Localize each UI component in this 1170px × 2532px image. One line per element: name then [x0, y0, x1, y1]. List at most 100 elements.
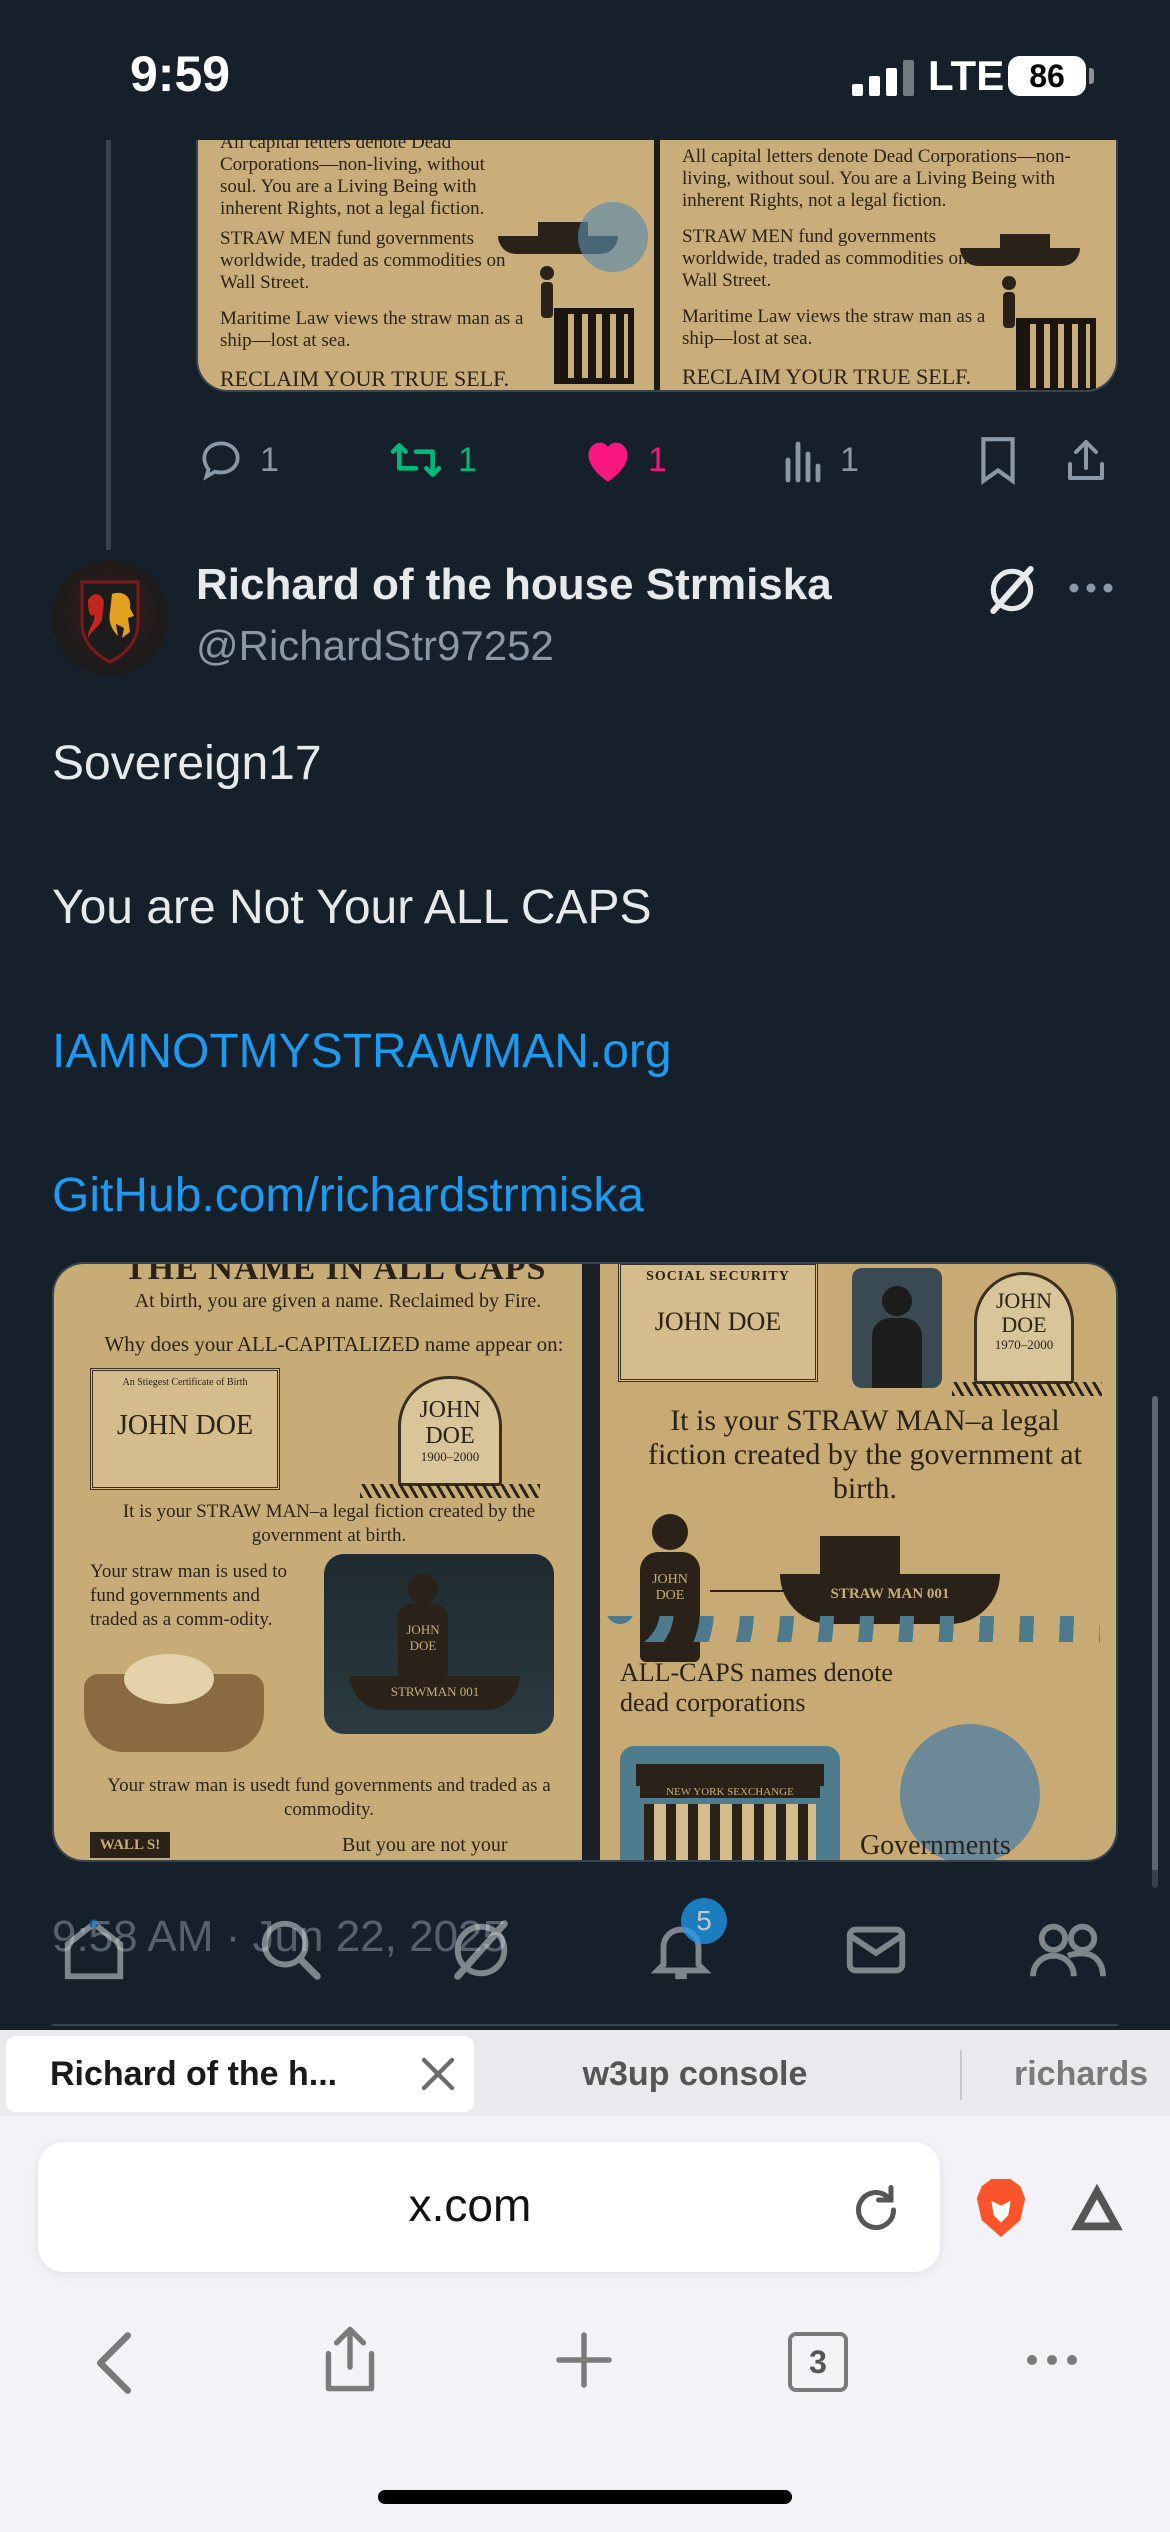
close-tab-icon[interactable]	[418, 2054, 458, 2094]
heart-icon	[588, 442, 628, 482]
silhouette-head	[881, 1286, 912, 1316]
night-scene: JOHN DOE STRWMAN 001	[324, 1554, 554, 1734]
wall-street-sign: WALL S!	[90, 1832, 170, 1858]
new-tab-icon[interactable]	[554, 2330, 614, 2390]
bookmark-icon	[981, 437, 1015, 485]
silhouette-panel	[851, 1268, 942, 1388]
repost-button[interactable]: 1	[388, 430, 477, 490]
divider	[52, 2024, 1118, 2026]
back-icon[interactable]	[92, 2330, 136, 2396]
ss-name: JOHN DOE	[654, 1307, 782, 1336]
poster-image-right[interactable]: All capital letters denote Dead Corporat…	[659, 140, 1116, 390]
repost-count: 1	[458, 440, 477, 479]
mail-icon[interactable]	[840, 1915, 912, 1985]
cert-name: JOHN DOE	[116, 1410, 254, 1441]
stock-exchange: NEW YORK SEXCHANGE	[619, 1746, 840, 1860]
tomb-years: 1970–2000	[994, 1337, 1054, 1352]
ship-icon	[959, 226, 1080, 266]
image-straw-text: It is your STRAW MAN–a legal fiction cre…	[647, 1404, 1082, 1505]
image-question: Why does your ALL-CAPITALIZED name appea…	[104, 1332, 564, 1356]
image-panel-left: THE NAME IN ALL CAPS At birth, you are g…	[54, 1264, 583, 1860]
ss-header: SOCIAL SECURITY	[646, 1269, 790, 1284]
scrollbar[interactable]	[1152, 1396, 1158, 1888]
poster-right-line1: All capital letters denote Dead Corporat…	[681, 146, 1071, 211]
figure-body: JOHN DOE	[398, 1604, 448, 1684]
tweet-line-1: Sovereign17	[52, 737, 322, 790]
views-icon	[785, 441, 821, 483]
ship-cabin	[819, 1536, 900, 1576]
tab-count-button[interactable]: 3	[788, 2332, 848, 2392]
tab-separator	[960, 2050, 962, 2100]
exchange-roof	[635, 1764, 824, 1786]
poster-left-line4: RECLAIM YOUR TRUE SELF. KNOW YOU HOLD TH…	[220, 366, 510, 390]
communities-icon[interactable]	[1030, 1915, 1106, 1985]
network-type: LTE	[928, 52, 1005, 99]
tweet-link-github[interactable]: GitHub.com/richardstrmiska	[52, 1160, 1122, 1232]
grok-icon[interactable]	[984, 562, 1040, 618]
tab-label: w3up console	[582, 2054, 808, 2093]
more-icon[interactable]	[1066, 578, 1116, 598]
poster-left-line3: Maritime Law views the straw man as a sh…	[220, 308, 524, 351]
top-post-media[interactable]: All capital letters denote Dead Corporat…	[196, 140, 1118, 392]
search-icon[interactable]	[256, 1915, 326, 1985]
more-menu-icon[interactable]	[1024, 2350, 1080, 2370]
views-button[interactable]: 1	[782, 430, 859, 490]
image-allcaps-text: ALL-CAPS names denote dead corporations	[619, 1658, 893, 1717]
silhouette-body	[871, 1318, 922, 1388]
author-handle[interactable]: @RichardStr97252	[196, 622, 554, 670]
tether	[709, 1590, 790, 1592]
avatar[interactable]	[52, 560, 168, 676]
rewards-icon[interactable]	[1066, 2178, 1128, 2236]
tab-active[interactable]: Richard of the h...	[6, 2036, 474, 2112]
image-fund2-text: Your straw man is usedt fund governments…	[107, 1775, 551, 1820]
figure-label: JOHN DOE	[639, 1552, 700, 1662]
baby	[124, 1654, 214, 1704]
exchange-columns	[643, 1804, 816, 1860]
home-indicator[interactable]	[378, 2490, 792, 2504]
ship: STRAW MAN 001	[779, 1526, 1000, 1626]
qr-code	[554, 308, 635, 384]
social-security-card: SOCIAL SECURITY JOHN DOE	[617, 1264, 818, 1382]
address-bar[interactable]	[38, 2142, 940, 2272]
reply-button[interactable]: 1	[196, 430, 279, 490]
author-name[interactable]: Richard of the house Strmiska	[196, 560, 832, 610]
tomb-name: JOHN DOE	[419, 1397, 481, 1449]
share-button[interactable]	[1062, 430, 1110, 490]
image-subtitle: At birth, you are given a name. Reclaime…	[134, 1290, 542, 1312]
image-fund-text: Your straw man is used to fund governmen…	[90, 1561, 288, 1630]
notifications-badge: 5	[681, 1898, 727, 1944]
signal-icon	[852, 60, 916, 96]
image-panel-divider	[582, 1264, 600, 1860]
tweet-link-website[interactable]: IAMNOTMYSTRAWMAN.org	[52, 1016, 1122, 1088]
tab-w3up[interactable]: w3up console	[480, 2036, 910, 2112]
tab-richards[interactable]: richards	[1014, 2036, 1170, 2112]
poster-image-left[interactable]: All capital letters denote Dead Corporat…	[198, 140, 655, 390]
poster-right-line4: RECLAIM YOUR TRUE SELF. KNOW YOU HOLD TH…	[681, 364, 972, 390]
repost-icon	[390, 443, 442, 477]
bookmark-button[interactable]	[976, 430, 1020, 490]
exchange-label: NEW YORK SEXCHANGE	[639, 1786, 820, 1798]
poster-right-line2: STRAW MEN fund governments worldwide, tr…	[681, 226, 968, 291]
figure-head	[408, 1574, 438, 1604]
battery-tip	[1089, 68, 1094, 84]
image-governments-text: Governments	[859, 1830, 1011, 1860]
basket	[84, 1654, 264, 1752]
image-bottom-text: But you are not your	[342, 1834, 508, 1856]
tweet-image[interactable]: THE NAME IN ALL CAPS At birth, you are g…	[52, 1262, 1118, 1862]
qr-code	[1016, 318, 1096, 390]
grok-nav-icon[interactable]	[446, 1915, 516, 1985]
boat: STRWMAN 001	[350, 1676, 520, 1710]
tweet-text: Sovereign17 You are Not Your ALL CAPS IA…	[52, 728, 1122, 1304]
like-button[interactable]: 1	[582, 430, 667, 490]
share-page-icon[interactable]	[320, 2324, 380, 2394]
reload-icon[interactable]	[846, 2180, 906, 2240]
image-fiction-text: It is your STRAW MAN–a legal fiction cre…	[122, 1501, 536, 1546]
tab-label: Richard of the h...	[50, 2054, 338, 2093]
reply-count: 1	[260, 440, 279, 479]
status-bar: 9:59 LTE 86	[0, 0, 1170, 150]
home-icon[interactable]	[58, 1915, 130, 1985]
brave-shields-icon[interactable]	[972, 2176, 1030, 2240]
tombstone: JOHN DOE 1900–2000	[398, 1376, 502, 1486]
cert-header: An Stiegest Certificate of Birth	[122, 1377, 248, 1388]
grass	[951, 1382, 1102, 1396]
